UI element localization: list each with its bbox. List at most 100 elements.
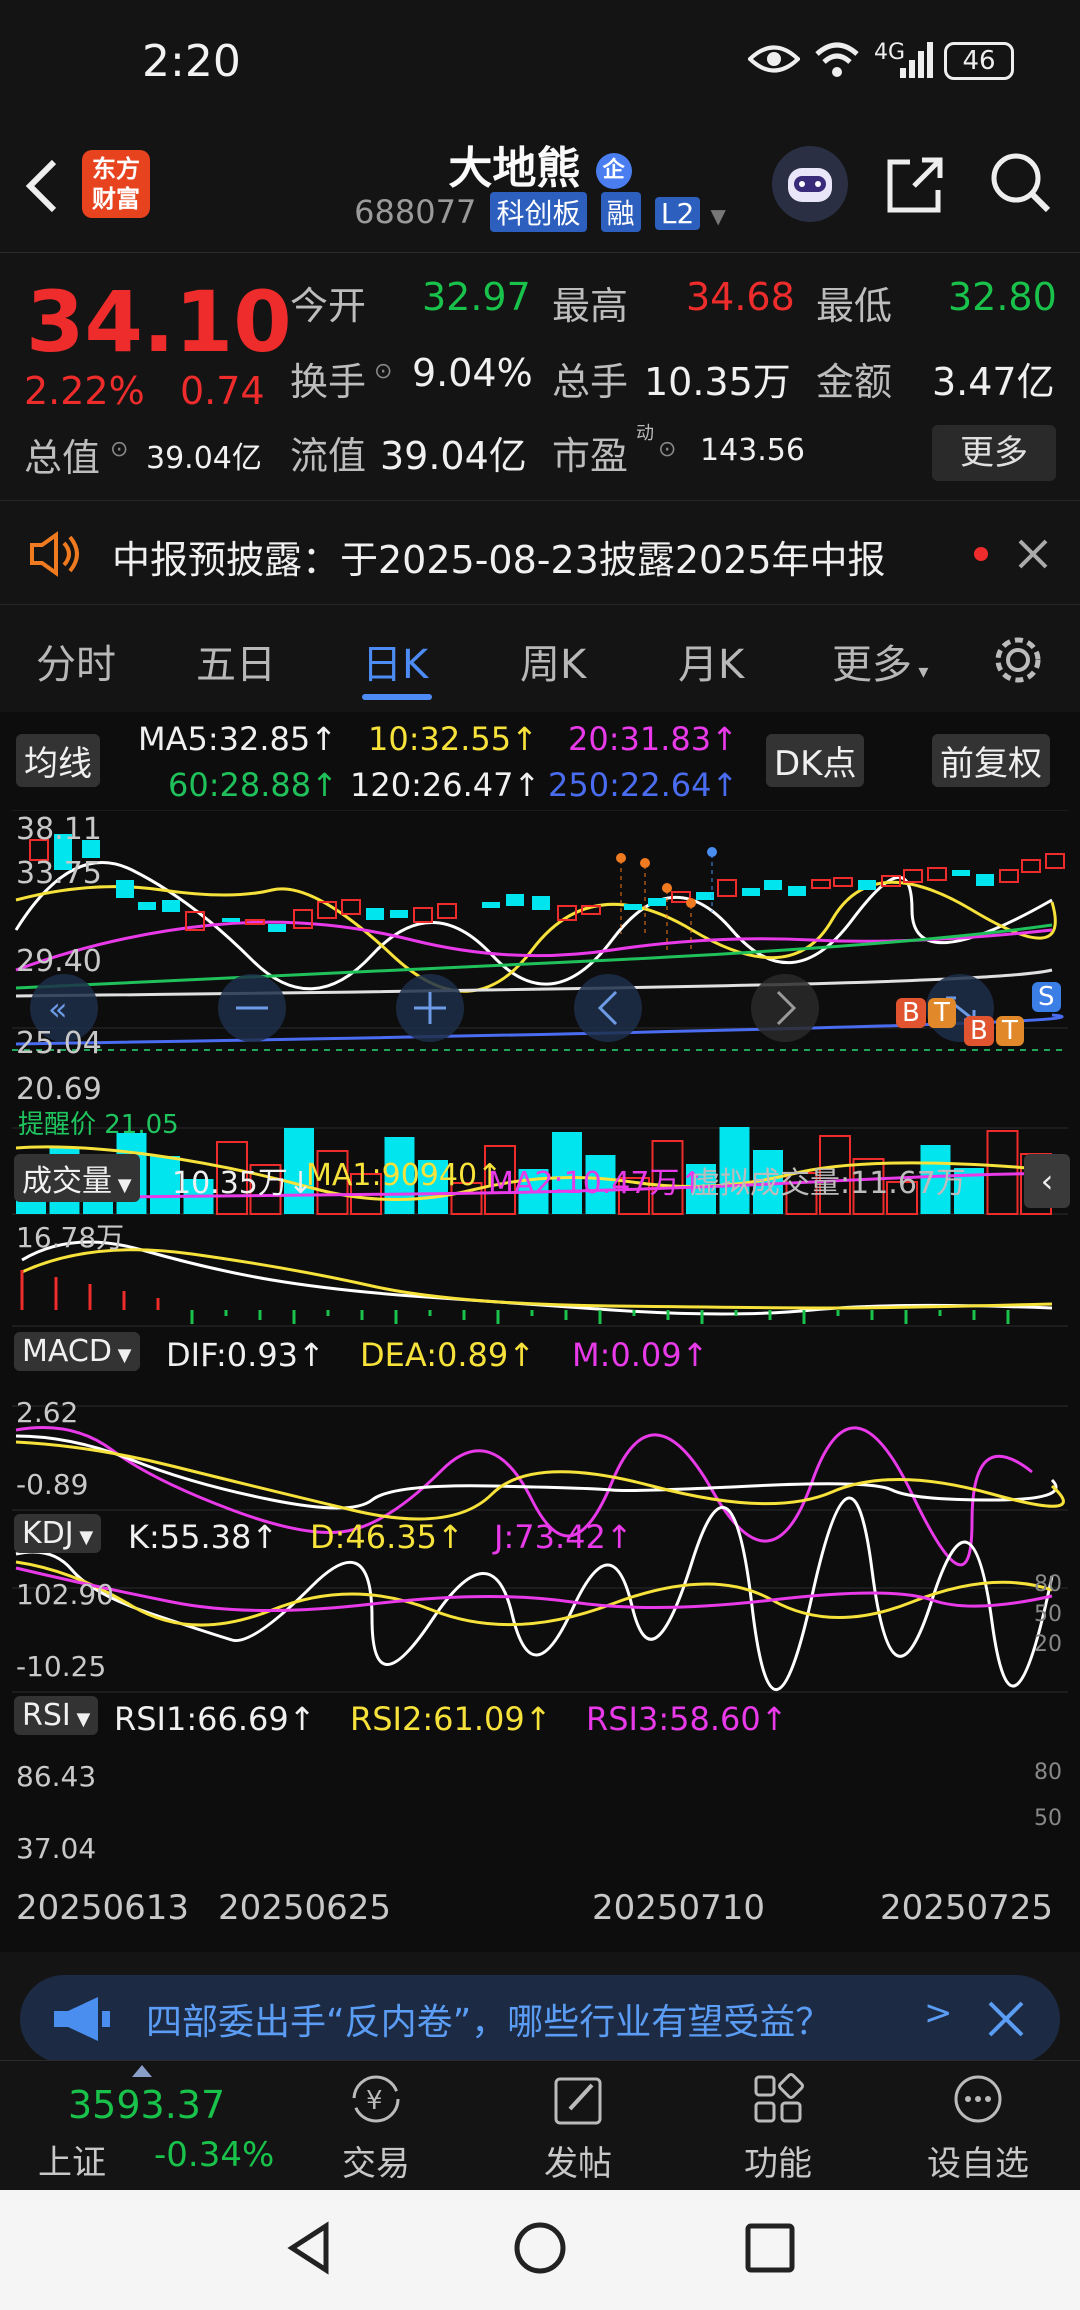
period-tabs: 分时 五日 日K 周K 月K 更多 ▾ bbox=[0, 612, 1080, 707]
t-marker[interactable]: T bbox=[928, 998, 956, 1028]
share-icon[interactable] bbox=[884, 152, 944, 216]
ma10-value: 10:32.55↑ bbox=[368, 720, 538, 758]
ma5-value: MA5:32.85↑ bbox=[138, 720, 338, 758]
close-icon[interactable] bbox=[1016, 537, 1050, 571]
volume-button[interactable]: 成交量 ▼ bbox=[14, 1154, 140, 1202]
nav-back-icon[interactable] bbox=[284, 2220, 334, 2276]
notice-text: 中报预披露：于2025-08-23披露2025年中报 bbox=[112, 538, 886, 582]
kdj-button-label: KDJ bbox=[22, 1516, 74, 1551]
open-label: 今开 bbox=[290, 284, 367, 328]
ma20-value: 20:31.83↑ bbox=[568, 720, 738, 758]
ma-button[interactable]: 均线 bbox=[16, 734, 100, 787]
stock-header: 东方 财富 大地熊 企 688077 科创板 融 L2 ▼ bbox=[0, 130, 1080, 250]
volume-current: 10.35万↓ bbox=[172, 1166, 314, 1201]
kdj-level-50: 50 bbox=[1034, 1602, 1062, 1627]
turnover-label: 换手 bbox=[290, 360, 367, 404]
sell-marker[interactable]: S bbox=[1032, 982, 1061, 1012]
kline-svg[interactable]: « bbox=[12, 810, 1068, 1952]
tab-five-day[interactable]: 五日 bbox=[196, 632, 276, 690]
status-bar: 2:20 4G 46 bbox=[0, 0, 1080, 130]
buy-marker[interactable]: B bbox=[964, 1016, 994, 1046]
unread-dot bbox=[974, 547, 988, 561]
caret-icon: ▼ bbox=[70, 1709, 91, 1730]
tab-monthly-k[interactable]: 月K bbox=[678, 632, 744, 690]
functions-button[interactable]: 功能 bbox=[728, 2071, 828, 2185]
info-icon[interactable]: ⊙ bbox=[110, 437, 128, 462]
search-icon[interactable] bbox=[988, 150, 1052, 216]
eye-icon bbox=[748, 45, 800, 73]
float-value: 39.04亿 bbox=[380, 434, 527, 478]
rsi-axis-bottom: 37.04 bbox=[16, 1832, 97, 1865]
candle bbox=[138, 902, 156, 910]
notice-bar[interactable]: 中报预披露：于2025-08-23披露2025年中报 bbox=[0, 500, 1080, 605]
stock-name-text: 大地熊 bbox=[448, 143, 581, 194]
price-axis-4: 25.04 bbox=[16, 1026, 102, 1061]
tab-more[interactable]: 更多 ▾ bbox=[832, 632, 928, 690]
trade-button[interactable]: ¥ 交易 bbox=[326, 2071, 426, 2185]
candle bbox=[858, 880, 876, 890]
index-value[interactable]: 3593.37 bbox=[68, 2083, 225, 2127]
kdj-level-80: 80 bbox=[1034, 1572, 1062, 1597]
banner-text: 四部委出手“反内卷”，哪些行业有望受益？ bbox=[146, 2002, 832, 2043]
more-dots-icon bbox=[954, 2075, 1002, 2123]
tab-more-label: 更多 bbox=[832, 642, 912, 688]
nav-home-icon[interactable] bbox=[512, 2220, 568, 2276]
info-icon[interactable]: ⊙ bbox=[658, 437, 676, 462]
price-axis-2: 33.75 bbox=[16, 856, 102, 891]
tab-intraday[interactable]: 分时 bbox=[36, 632, 116, 690]
tab-weekly-k[interactable]: 周K bbox=[520, 632, 586, 690]
macd-button[interactable]: MACD ▼ bbox=[14, 1332, 140, 1371]
dropdown-icon: ▼ bbox=[710, 204, 726, 228]
total-value: 39.04亿 bbox=[146, 441, 262, 476]
candle bbox=[952, 870, 970, 876]
more-button[interactable]: 更多 bbox=[932, 425, 1056, 481]
assistant-avatar[interactable] bbox=[772, 146, 848, 222]
candle bbox=[648, 898, 666, 906]
active-tab-indicator bbox=[362, 694, 432, 700]
change-percent: 2.22% bbox=[24, 369, 145, 413]
macd-axis-bottom: -0.89 bbox=[16, 1468, 89, 1501]
rsi-level-50: 50 bbox=[1034, 1806, 1062, 1831]
pe-value: 143.56 bbox=[700, 433, 805, 468]
current-price: 34.10 bbox=[26, 273, 292, 371]
post-button[interactable]: 发帖 bbox=[528, 2071, 628, 2185]
virtual-volume: 虚拟成交量:11.67万 bbox=[690, 1166, 966, 1201]
news-banner[interactable]: 四部委出手“反内卷”，哪些行业有望受益？ > bbox=[20, 1975, 1060, 2063]
kdj-button[interactable]: KDJ ▼ bbox=[14, 1514, 102, 1553]
candle bbox=[624, 904, 642, 910]
info-icon[interactable]: ⊙ bbox=[374, 359, 392, 384]
price-axis-5: 20.69 bbox=[16, 1072, 102, 1107]
t-marker[interactable]: T bbox=[996, 1016, 1024, 1046]
index-change: -0.34% bbox=[154, 2135, 275, 2175]
adjust-button[interactable]: 前复权 bbox=[932, 734, 1050, 787]
alert-price[interactable]: 提醒价 21.05 bbox=[18, 1104, 179, 1141]
index-name[interactable]: 上证 bbox=[38, 2135, 106, 2184]
rsi1-value: RSI1:66.69↑ bbox=[114, 1700, 316, 1738]
enterprise-badge: 企 bbox=[595, 153, 632, 189]
rsi-button[interactable]: RSI ▼ bbox=[14, 1696, 99, 1735]
tab-daily-k[interactable]: 日K bbox=[362, 632, 428, 690]
volume-value: 10.35万 bbox=[644, 360, 791, 404]
battery-icon: 46 bbox=[944, 42, 1014, 80]
add-watchlist-button[interactable]: 设自选 bbox=[916, 2071, 1040, 2185]
robot-icon bbox=[788, 168, 832, 202]
macd-dea: DEA:0.89↑ bbox=[360, 1336, 536, 1374]
collapse-panel-button[interactable]: ‹ bbox=[1024, 1154, 1070, 1208]
rsi3-value: RSI3:58.60↑ bbox=[586, 1700, 788, 1738]
candle bbox=[696, 892, 714, 900]
close-icon[interactable] bbox=[986, 1999, 1026, 2039]
change-amount: 0.74 bbox=[180, 369, 265, 413]
kdj-axis-top: 102.90 bbox=[16, 1578, 114, 1611]
kdj-axis-bottom: -10.25 bbox=[16, 1650, 107, 1683]
settings-gear-icon[interactable] bbox=[990, 632, 1046, 688]
nav-recents-icon[interactable] bbox=[744, 2222, 796, 2274]
dk-point-button[interactable]: DK点 bbox=[766, 734, 865, 787]
rsi-button-label: RSI bbox=[22, 1698, 71, 1733]
caret-icon: ▼ bbox=[111, 1345, 132, 1366]
battery-level: 46 bbox=[962, 46, 996, 76]
megaphone-icon bbox=[54, 1997, 110, 2041]
expand-caret-icon[interactable] bbox=[132, 2065, 152, 2077]
buy-marker[interactable]: B bbox=[896, 998, 926, 1028]
date-label-2: 20250625 bbox=[218, 1888, 392, 1928]
system-nav-bar bbox=[0, 2190, 1080, 2310]
